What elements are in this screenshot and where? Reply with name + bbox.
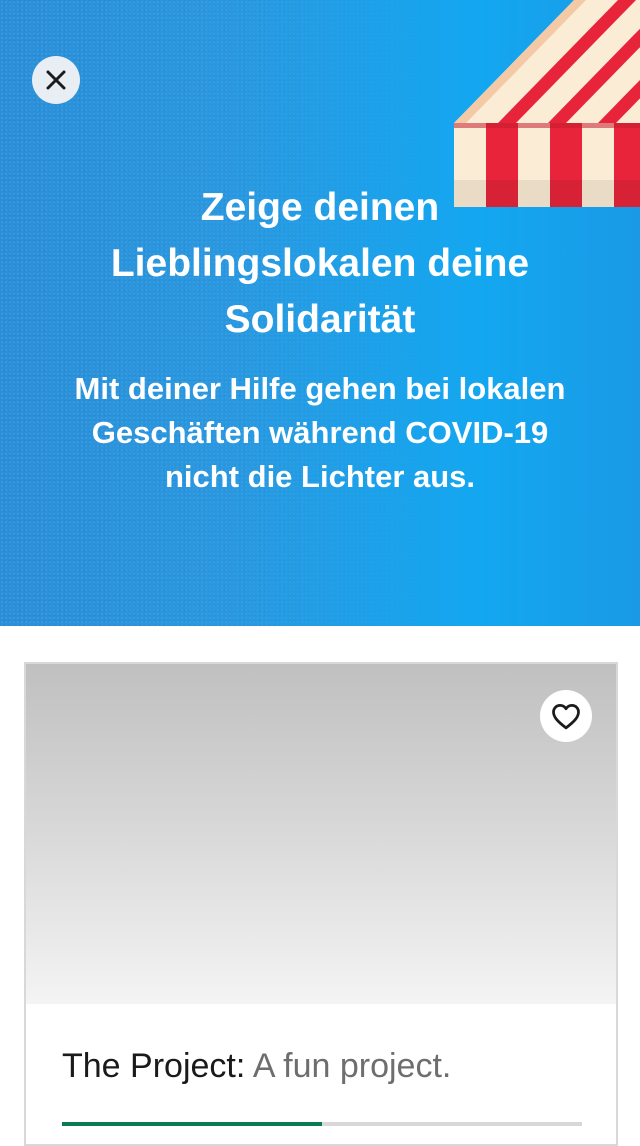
funding-progress-fill <box>62 1122 322 1126</box>
project-card[interactable]: The Project: A fun project. <box>24 662 618 1146</box>
heart-outline-icon <box>552 704 580 730</box>
hero-title: Zeige deinen Lieblingslokalen deine Soli… <box>110 186 530 341</box>
close-button[interactable] <box>32 56 80 104</box>
awning-illustration <box>454 0 640 207</box>
awning-roof <box>454 0 640 123</box>
project-description: A fun project. <box>252 1047 452 1085</box>
project-image-placeholder <box>26 664 616 1004</box>
project-title: The Project: A fun project. <box>62 1044 451 1088</box>
close-icon <box>46 70 66 90</box>
funding-progress-bar <box>62 1122 582 1126</box>
favorite-button[interactable] <box>540 690 592 742</box>
project-name: The Project: <box>62 1047 246 1085</box>
hero-banner: Zeige deinen Lieblingslokalen deine Soli… <box>0 0 640 626</box>
hero-subtitle: Mit deiner Hilfe gehen bei lokalen Gesch… <box>74 371 566 494</box>
